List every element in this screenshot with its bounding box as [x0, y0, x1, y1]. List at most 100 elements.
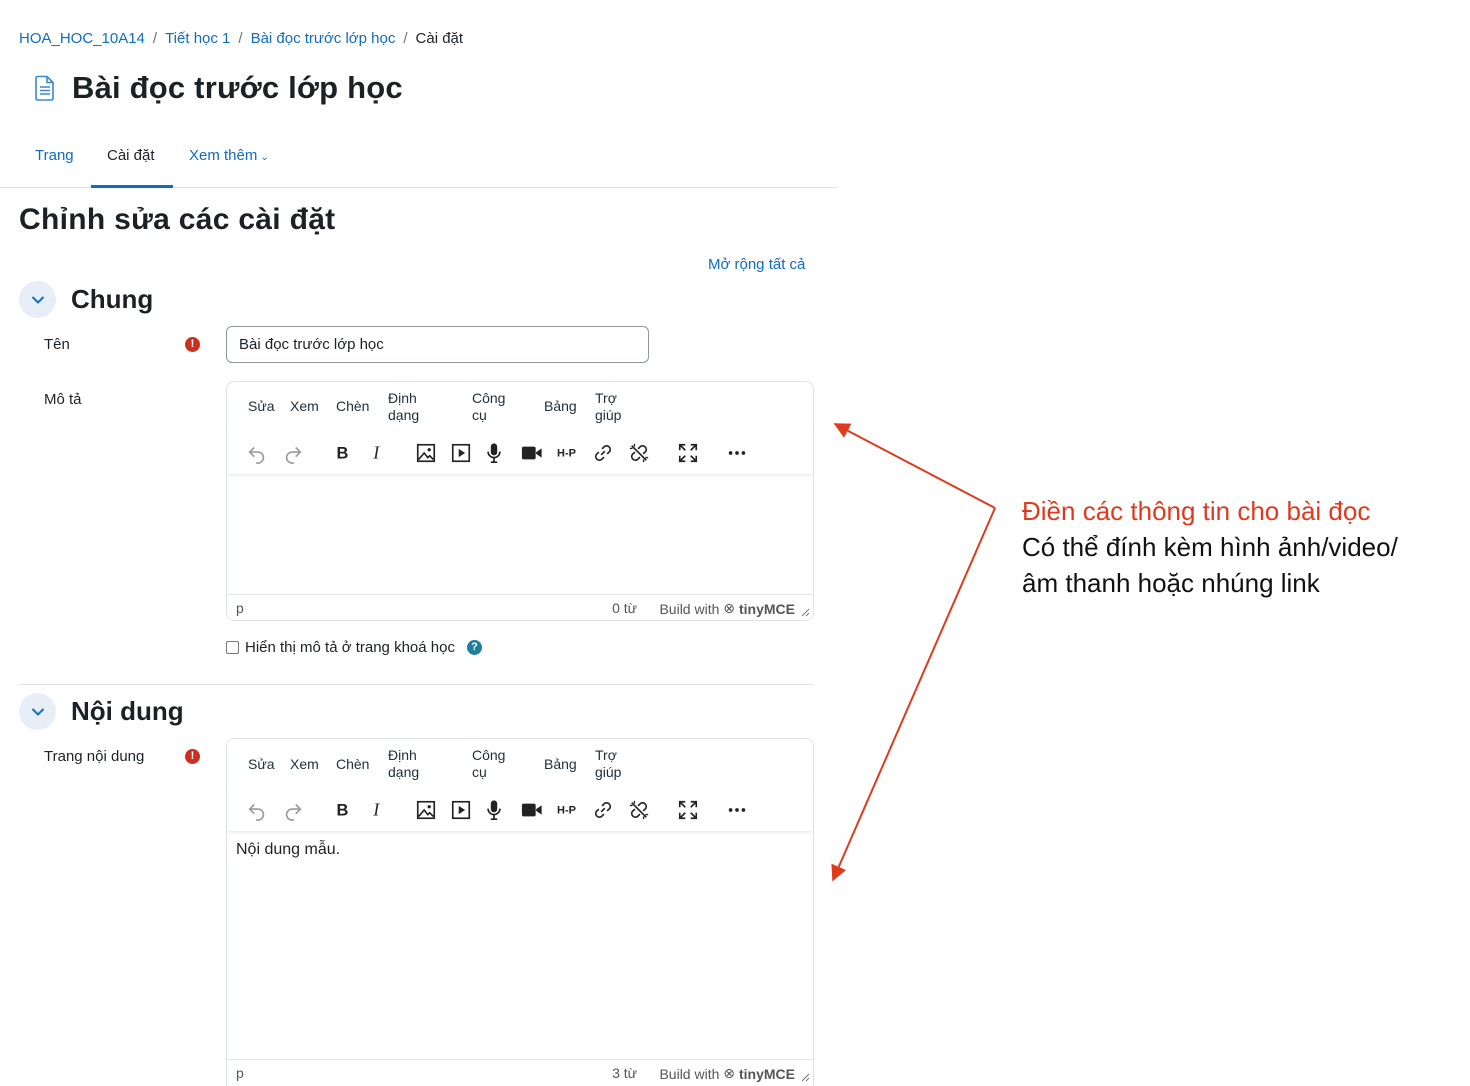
menu-edit[interactable]: Sửa [248, 756, 275, 773]
word-count[interactable]: 0 từ [612, 600, 637, 616]
breadcrumb-separator: / [238, 30, 243, 47]
tab-page[interactable]: Trang [19, 128, 90, 188]
breadcrumb: HOA_HOC_10A14 / Tiết học 1 / Bài đọc trư… [19, 30, 463, 47]
resize-handle-icon[interactable] [801, 608, 810, 617]
menu-format[interactable]: Định dạng [388, 390, 419, 424]
menu-format[interactable]: Định dạng [388, 747, 419, 781]
menu-tools-line2: cụ [472, 764, 487, 780]
unlink-button[interactable] [624, 438, 654, 468]
italic-icon: I [372, 443, 380, 463]
editor-menubar: Sửa Xem Chèn Định dạng Công cụ Bảng Trợ giú… [227, 739, 813, 789]
secondary-navigation: Trang Cài đặt Xem thêm ⌄ [0, 128, 838, 188]
more-button[interactable] [722, 795, 752, 825]
menu-help-line2: giúp [595, 764, 622, 780]
italic-button[interactable]: I [363, 438, 393, 468]
name-input[interactable] [226, 326, 649, 363]
tinymce-branding[interactable]: Build with ⊗ tinyMCE [659, 1065, 795, 1082]
record-audio-button[interactable] [479, 438, 509, 468]
collapse-content-button[interactable] [19, 693, 56, 730]
tinymce-branding[interactable]: Build with ⊗ tinyMCE [659, 600, 795, 617]
h5p-icon: H-P [557, 805, 576, 817]
undo-button[interactable] [242, 438, 272, 468]
help-icon[interactable]: ? [466, 640, 482, 655]
fullscreen-button[interactable] [673, 795, 703, 825]
menu-format-line1: Định [388, 390, 417, 406]
breadcrumb-item-activity[interactable]: Bài đọc trước lớp học [251, 30, 396, 47]
breadcrumb-item-section[interactable]: Tiết học 1 [165, 30, 230, 47]
element-path[interactable]: p [236, 600, 244, 616]
undo-button[interactable] [242, 795, 272, 825]
menu-view[interactable]: Xem [290, 398, 319, 415]
microphone-icon [487, 800, 501, 820]
redo-icon [285, 446, 302, 464]
tab-label: Xem thêm [189, 147, 258, 164]
tab-more[interactable]: Xem thêm ⌄ [173, 128, 285, 188]
insert-image-button[interactable] [411, 438, 441, 468]
bold-button[interactable]: B [327, 438, 357, 468]
section-general-title: Chung [71, 284, 154, 314]
italic-icon: I [372, 800, 380, 820]
tab-settings[interactable]: Cài đặt [91, 128, 173, 188]
insert-image-button[interactable] [411, 795, 441, 825]
annotation-line-2: Có thể đính kèm hình ảnh/video/ [1022, 532, 1398, 562]
bold-button[interactable]: B [327, 795, 357, 825]
show-description-label[interactable]: Hiển thị mô tả ở trang khoá học [245, 639, 455, 656]
link-button[interactable] [588, 795, 618, 825]
more-icon [728, 451, 746, 455]
record-video-button[interactable] [517, 795, 547, 825]
menu-insert[interactable]: Chèn [336, 756, 369, 773]
branding-prefix: Build with [659, 1065, 720, 1082]
record-audio-button[interactable] [479, 795, 509, 825]
redo-icon [285, 803, 302, 821]
unlink-button[interactable] [624, 795, 654, 825]
word-count[interactable]: 3 từ [612, 1065, 637, 1081]
h5p-button[interactable]: H-P [553, 795, 583, 825]
branding-name: tinyMCE [739, 600, 795, 617]
menu-table[interactable]: Bảng [544, 398, 577, 415]
breadcrumb-current: Cài đặt [415, 30, 464, 47]
menu-tools[interactable]: Công cụ [472, 390, 505, 424]
fullscreen-button[interactable] [673, 438, 703, 468]
media-icon [451, 443, 471, 463]
microphone-icon [487, 443, 501, 463]
bold-icon: B [337, 802, 349, 820]
record-video-button[interactable] [517, 438, 547, 468]
redo-button[interactable] [278, 795, 308, 825]
show-description-row: Hiển thị mô tả ở trang khoá học ? [226, 639, 482, 656]
breadcrumb-item-course[interactable]: HOA_HOC_10A14 [19, 30, 145, 47]
section-content-title: Nội dung [71, 696, 184, 726]
insert-media-button[interactable] [446, 438, 476, 468]
collapse-general-button[interactable] [19, 281, 56, 318]
italic-button[interactable]: I [363, 795, 393, 825]
more-button[interactable] [722, 438, 752, 468]
editor-menubar: Sửa Xem Chèn Định dạng Công cụ Bảng Trợ giú… [227, 382, 813, 432]
page-header: Bài đọc trước lớp học [34, 70, 403, 106]
media-icon [451, 800, 471, 820]
svg-text:I: I [372, 800, 380, 820]
menu-table[interactable]: Bảng [544, 756, 577, 773]
unlink-icon [629, 443, 649, 463]
menu-tools[interactable]: Công cụ [472, 747, 505, 781]
menu-insert[interactable]: Chèn [336, 398, 369, 415]
menu-help[interactable]: Trợ giúp [595, 390, 621, 424]
svg-text:H-P: H-P [557, 805, 576, 817]
menu-help-line2: giúp [595, 407, 622, 423]
annotation-callout: Điền các thông tin cho bài đọc Có thể đí… [1022, 493, 1398, 601]
required-icon: ! [185, 337, 200, 352]
show-description-checkbox[interactable] [226, 641, 239, 654]
page-content-editor-content[interactable]: Nội dung mẫu. [227, 831, 813, 1067]
svg-text:I: I [372, 443, 380, 463]
h5p-button[interactable]: H-P [553, 438, 583, 468]
bold-icon: B [337, 445, 349, 463]
redo-button[interactable] [278, 438, 308, 468]
description-editor-content[interactable] [227, 474, 813, 594]
section-divider [19, 684, 814, 685]
insert-media-button[interactable] [446, 795, 476, 825]
menu-view[interactable]: Xem [290, 756, 319, 773]
expand-all-link[interactable]: Mở rộng tất cả [708, 256, 805, 273]
resize-handle-icon[interactable] [801, 1073, 810, 1082]
menu-edit[interactable]: Sửa [248, 398, 275, 415]
menu-help[interactable]: Trợ giúp [595, 747, 621, 781]
element-path[interactable]: p [236, 1065, 244, 1081]
link-button[interactable] [588, 438, 618, 468]
